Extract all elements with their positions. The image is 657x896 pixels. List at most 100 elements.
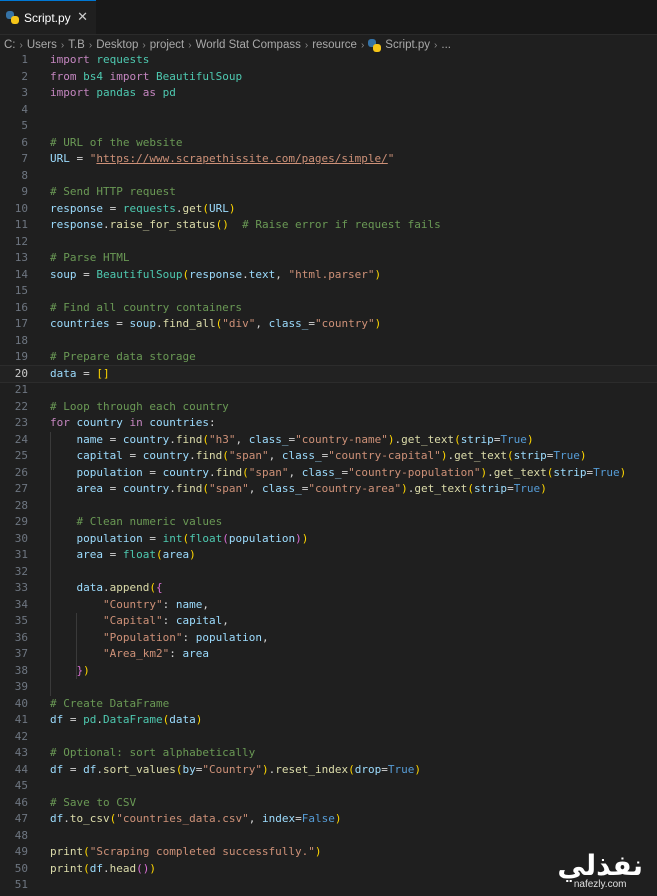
code-token: ): [83, 663, 90, 677]
code-line[interactable]: 40 # Create DataFrame: [0, 696, 657, 713]
code-line[interactable]: 12: [0, 234, 657, 251]
code-line[interactable]: 9 # Send HTTP request: [0, 184, 657, 201]
code-line[interactable]: 32: [0, 563, 657, 580]
code-token: capital: [76, 449, 123, 462]
code-line[interactable]: 43 # Optional: sort alphabetically: [0, 745, 657, 762]
code-token: float: [189, 531, 223, 545]
code-line[interactable]: 26 population = country.find("span", cla…: [0, 464, 657, 481]
code-token: # Optional: sort alphabetically: [50, 746, 256, 759]
line-number: 12: [14, 234, 28, 248]
code-text: print("Scraping completed successfully."…: [50, 844, 322, 861]
code-line[interactable]: 41 df = pd.DataFrame(data): [0, 712, 657, 729]
code-token: # Clean numeric values: [76, 515, 223, 528]
code-line[interactable]: 22 # Loop through each country: [0, 399, 657, 416]
breadcrumb-item[interactable]: World Stat Compass: [196, 39, 301, 51]
code-token: True: [513, 482, 541, 495]
breadcrumb-item[interactable]: resource: [312, 39, 357, 51]
line-number: 2: [21, 69, 28, 83]
code-line[interactable]: 37 "Area_km2": area: [0, 646, 657, 663]
code-line[interactable]: 1 import requests: [0, 52, 657, 69]
code-line[interactable]: 46 # Save to CSV: [0, 795, 657, 812]
code-line[interactable]: 36 "Population": population,: [0, 629, 657, 646]
code-line[interactable]: 25 capital = country.find("span", class_…: [0, 448, 657, 465]
code-line[interactable]: 44 df = df.sort_values(by="Country").rese…: [0, 762, 657, 779]
breadcrumb-item[interactable]: C:: [4, 39, 16, 51]
indent-guide: [50, 481, 51, 498]
code-token: print: [50, 861, 84, 875]
breadcrumb-item[interactable]: project: [150, 39, 185, 51]
code-token: countries: [50, 317, 110, 330]
code-token: area: [182, 647, 209, 660]
code-token: https://www.scrapethissite.com/pages/sim…: [96, 152, 388, 165]
tab-script-py[interactable]: Script.py ✕: [0, 0, 96, 34]
code-token: =: [295, 812, 302, 825]
code-token: raise_for_status: [109, 218, 216, 231]
code-line[interactable]: 48: [0, 828, 657, 845]
code-token: ): [526, 432, 534, 446]
code-line[interactable]: 28: [0, 497, 657, 514]
code-line[interactable]: 29 # Clean numeric values: [0, 514, 657, 531]
code-line[interactable]: 47 df.to_csv("countries_data.csv", index=…: [0, 811, 657, 828]
code-line[interactable]: 19 # Prepare data storage: [0, 349, 657, 366]
close-icon[interactable]: ✕: [77, 10, 88, 25]
code-token: ): [619, 465, 627, 479]
breadcrumb-file[interactable]: Script.py: [368, 38, 430, 52]
code-line[interactable]: 20 data = []: [0, 364, 657, 383]
code-token: find_all: [162, 317, 216, 330]
code-line[interactable]: 2 from bs4 import BeautifulSoup: [0, 69, 657, 86]
line-number: 37: [14, 647, 28, 660]
code-token: ): [401, 482, 408, 495]
line-number: 32: [14, 564, 28, 578]
code-line[interactable]: 24 name = country.find("h3", class_="cou…: [0, 431, 657, 448]
code-token: capital: [175, 614, 223, 627]
code-line[interactable]: 10 response = requests.get(URL): [0, 201, 657, 218]
indent-guide: [50, 662, 51, 679]
code-line[interactable]: 5: [0, 118, 657, 135]
code-editor[interactable]: 1 import requests 2 from bs4 import Beautif…: [0, 52, 657, 896]
line-number: 35: [14, 614, 28, 627]
indent-guide: [76, 613, 78, 630]
breadcrumb-item[interactable]: T.B: [68, 39, 85, 51]
code-line[interactable]: 17 countries = soup.find_all("div", class…: [0, 316, 657, 333]
code-line[interactable]: 31 area = float(area): [0, 547, 657, 564]
code-token: name: [175, 597, 203, 611]
breadcrumb-item[interactable]: Users: [27, 39, 57, 51]
code-line[interactable]: 18: [0, 333, 657, 350]
code-line[interactable]: 42: [0, 729, 657, 746]
code-line[interactable]: 21: [0, 382, 657, 399]
line-number: 48: [14, 828, 28, 842]
code-line[interactable]: 35 "Capital": capital,: [0, 613, 657, 630]
breadcrumb-more[interactable]: ...: [441, 39, 451, 51]
line-number: 47: [14, 812, 28, 825]
code-token: find: [175, 432, 203, 446]
code-line[interactable]: 16 # Find all country containers: [0, 300, 657, 317]
code-line[interactable]: 33 data.append({: [0, 580, 657, 597]
code-token: (: [83, 861, 90, 875]
code-token: in: [129, 416, 143, 429]
code-token: int: [162, 531, 183, 545]
code-line[interactable]: 13 # Parse HTML: [0, 250, 657, 267]
code-line[interactable]: 38 }): [0, 662, 657, 679]
code-line[interactable]: 14 soup = BeautifulSoup(response.text, "h…: [0, 267, 657, 284]
chevron-right-icon: ›: [142, 39, 146, 51]
code-line[interactable]: 3 import pandas as pd: [0, 85, 657, 102]
code-line[interactable]: 4: [0, 102, 657, 119]
code-line[interactable]: 8: [0, 168, 657, 185]
code-line[interactable]: 6 # URL of the website: [0, 135, 657, 152]
code-line[interactable]: 11 response.raise_for_status() # Raise er…: [0, 217, 657, 234]
code-token: =: [76, 267, 97, 281]
code-token: sort_values: [103, 762, 176, 776]
code-line[interactable]: 15: [0, 283, 657, 300]
code-text: data.append({: [50, 580, 163, 597]
code-token: population: [76, 465, 143, 479]
code-line[interactable]: 7 URL = "https://www.scrapethissite.com/p…: [0, 151, 657, 168]
code-line[interactable]: 23 for country in countries:: [0, 415, 657, 432]
code-line[interactable]: 45: [0, 778, 657, 795]
code-line[interactable]: 27 area = country.find("span", class_="c…: [0, 481, 657, 498]
code-token: requests: [122, 201, 176, 215]
breadcrumb-item[interactable]: Desktop: [96, 39, 138, 51]
code-line[interactable]: 39: [0, 679, 657, 696]
code-line[interactable]: 30 population = int(float(population)): [0, 530, 657, 547]
code-text: URL = "https://www.scrapethissite.com/pa…: [50, 151, 394, 168]
code-line[interactable]: 34 "Country": name,: [0, 596, 657, 613]
